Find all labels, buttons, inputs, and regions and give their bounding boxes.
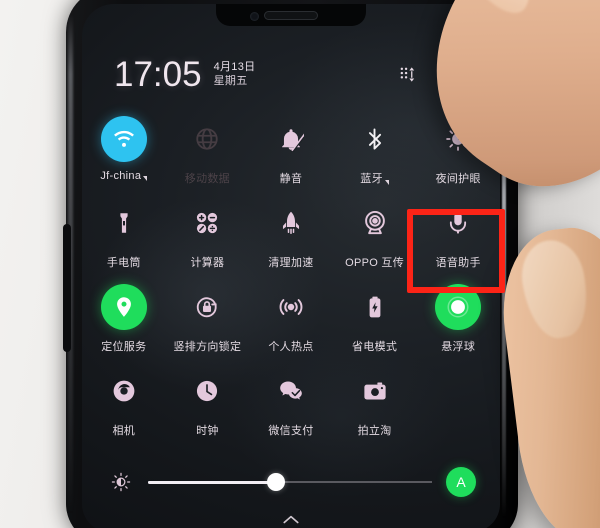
tile-label-text: 时钟 xyxy=(196,425,219,437)
tile-label-text: 悬浮球 xyxy=(441,341,476,353)
brightness-icon xyxy=(110,471,132,493)
battery-saver-icon xyxy=(352,284,398,330)
tile-row: 手电筒 计算器 清理加速 OPPO 互传 语音助手 xyxy=(82,196,500,280)
tile-label-text: 竖排方向锁定 xyxy=(173,341,242,353)
tile-label: 计算器 xyxy=(190,254,224,270)
tile-empty-slot xyxy=(416,364,500,448)
tile-label: 拍立淘 xyxy=(358,422,392,438)
tile-label: 移动数据 xyxy=(185,170,230,186)
earpiece-speaker xyxy=(264,10,318,20)
tile-hotspot[interactable]: 个人热点 xyxy=(249,280,333,364)
tile-label: 悬浮球 xyxy=(441,338,475,354)
tile-label: 省电模式 xyxy=(352,338,397,354)
tile-label-text: 定位服务 xyxy=(101,341,147,353)
tile-wechat-pay[interactable]: 微信支付 xyxy=(249,364,333,448)
tile-wifi[interactable]: Jf-china xyxy=(82,112,166,196)
tile-voice-assistant[interactable]: 语音助手 xyxy=(416,196,500,280)
tile-calculator[interactable]: 计算器 xyxy=(166,196,250,280)
clock-icon xyxy=(184,368,230,414)
auto-brightness-button[interactable]: A xyxy=(446,467,476,497)
tile-label: 微信支付 xyxy=(268,422,313,438)
tile-label-text: 移动数据 xyxy=(184,173,230,185)
tile-row: 相机 时钟 微信支付 拍立淘 xyxy=(82,364,500,448)
brightness-slider[interactable] xyxy=(148,472,432,492)
slider-fill xyxy=(148,480,276,484)
camera-icon xyxy=(352,368,398,414)
tile-label: 蓝牙 xyxy=(360,170,389,186)
date-block: 4月13日 星期五 xyxy=(214,61,256,87)
grid-edit-icon[interactable] xyxy=(394,61,420,87)
tile-label: 个人热点 xyxy=(268,338,313,354)
tile-label: 竖排方向锁定 xyxy=(173,338,241,354)
tile-label: 静音 xyxy=(280,170,303,186)
bluetooth-icon xyxy=(352,116,398,162)
tile-label: 夜间护眼 xyxy=(436,170,481,186)
clock-time: 17:05 xyxy=(114,54,202,94)
tile-label-text: 语音助手 xyxy=(435,257,481,269)
tile-location-service[interactable]: 定位服务 xyxy=(82,280,166,364)
tile-label-text: 微信支付 xyxy=(268,425,314,437)
tile-label: 相机 xyxy=(112,422,135,438)
weekday-text: 星期五 xyxy=(213,75,248,87)
mobile-data-icon xyxy=(184,116,230,162)
camera-shutter-icon xyxy=(101,368,147,414)
tile-row: Jf-china 移动数据 静音 蓝牙 夜间护眼 xyxy=(82,112,500,196)
location-pin-icon xyxy=(100,284,147,330)
tile-clock-app[interactable]: 时钟 xyxy=(166,364,250,448)
tile-label-text: 清理加速 xyxy=(268,257,314,269)
tile-row: 定位服务 竖排方向锁定 个人热点 省电模式 悬浮球 xyxy=(82,280,500,364)
tile-label: 时钟 xyxy=(196,422,219,438)
hotspot-icon xyxy=(268,284,314,330)
chevron-down-icon[interactable] xyxy=(143,176,148,181)
slider-thumb[interactable] xyxy=(266,473,285,491)
tile-floating-ball[interactable]: 悬浮球 xyxy=(416,280,500,364)
tile-power-saving[interactable]: 省电模式 xyxy=(333,280,417,364)
tile-label: 定位服务 xyxy=(101,338,146,354)
brightness-bar: A xyxy=(82,460,500,504)
bell-mute-icon xyxy=(268,116,314,162)
tile-mobile-data[interactable]: 移动数据 xyxy=(166,112,250,196)
tile-rotation-lock[interactable]: 竖排方向锁定 xyxy=(166,280,250,364)
tile-pailitao[interactable]: 拍立淘 xyxy=(333,364,417,448)
tile-label: 语音助手 xyxy=(436,254,481,270)
quick-settings-grid: Jf-china 移动数据 静音 蓝牙 夜间护眼 手电筒 计算器 清理加速 OP… xyxy=(82,112,500,448)
tile-clean-accelerate[interactable]: 清理加速 xyxy=(249,196,333,280)
share-radar-icon xyxy=(352,200,398,246)
phone-notch xyxy=(216,4,366,26)
tile-flashlight[interactable]: 手电筒 xyxy=(82,196,166,280)
rocket-icon xyxy=(268,200,314,246)
date-text: 4月13日 xyxy=(213,60,256,73)
screenshot-scene: 17:05 4月13日 星期五 Jf-china 移动数据 静音 蓝牙 夜间护眼… xyxy=(0,0,600,528)
chevron-up-icon[interactable] xyxy=(280,512,302,526)
tile-label-text: 静音 xyxy=(279,173,303,185)
tile-mute[interactable]: 静音 xyxy=(249,112,333,196)
tile-oppo-share[interactable]: OPPO 互传 xyxy=(333,196,417,280)
tile-label-text: 蓝牙 xyxy=(360,173,383,185)
tile-label: OPPO 互传 xyxy=(345,254,404,270)
tile-camera-app[interactable]: 相机 xyxy=(82,364,166,448)
flashlight-icon xyxy=(101,200,147,246)
wechat-pay-icon xyxy=(268,368,314,414)
tile-label: 清理加速 xyxy=(268,254,313,270)
tile-label-text: Jf-china xyxy=(100,170,142,182)
tile-label-text: 计算器 xyxy=(190,257,225,269)
calculator-icon xyxy=(184,200,230,246)
chevron-down-icon[interactable] xyxy=(384,180,389,185)
tile-label-text: 省电模式 xyxy=(351,341,398,353)
wifi-icon xyxy=(100,116,147,162)
tile-label-text: 夜间护眼 xyxy=(435,173,481,185)
tile-label-text: 拍立淘 xyxy=(357,425,392,437)
tile-label: Jf-china xyxy=(100,170,148,182)
front-camera-icon xyxy=(250,12,259,21)
tile-bluetooth[interactable]: 蓝牙 xyxy=(333,112,417,196)
tile-label-text: OPPO 互传 xyxy=(345,257,405,269)
tile-label: 手电筒 xyxy=(107,254,141,270)
microphone-icon xyxy=(435,200,481,246)
volume-button[interactable] xyxy=(63,224,71,352)
tile-label-text: 相机 xyxy=(112,425,136,437)
tile-label-text: 个人热点 xyxy=(268,341,314,353)
floating-ball-icon xyxy=(435,284,482,330)
rotation-lock-icon xyxy=(184,284,230,330)
tile-label-text: 手电筒 xyxy=(106,257,141,269)
